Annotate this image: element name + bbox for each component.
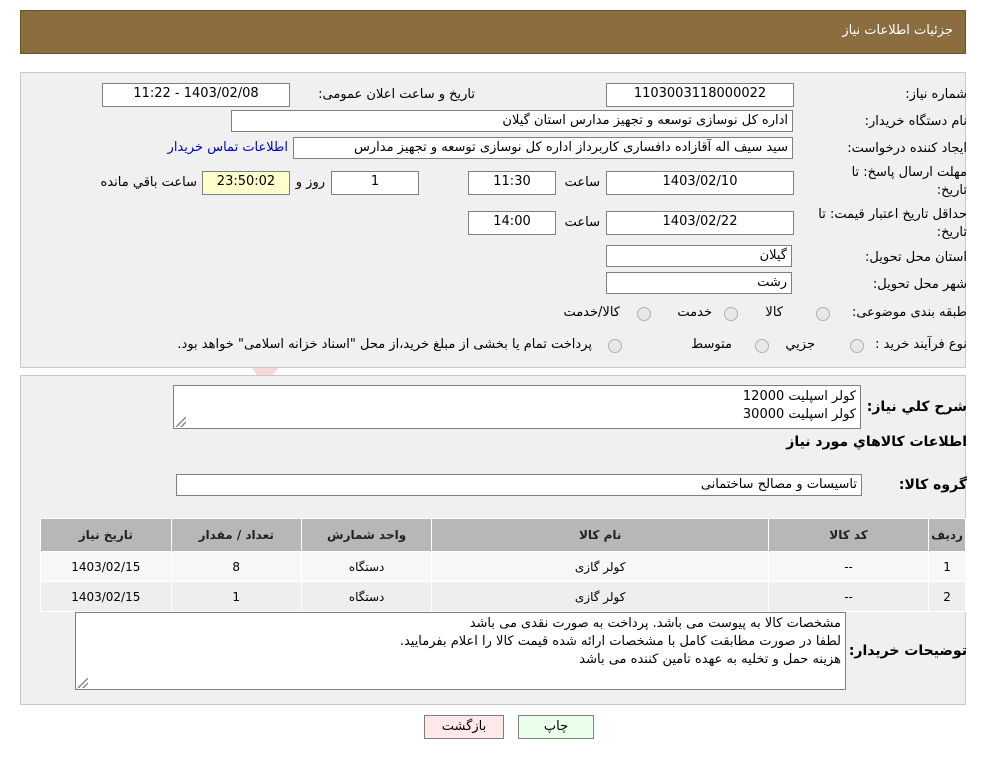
price-valid-time-field: 14:00 — [468, 211, 556, 235]
buyer-contact-link[interactable]: اطلاعات تماس خریدار — [168, 140, 288, 155]
reply-deadline-label: مهلت ارسال پاسخ: تا — [851, 165, 967, 180]
days-label: روز و — [295, 175, 325, 190]
reply-time-label: ساعت — [564, 175, 600, 190]
category-service-label: خدمت — [677, 305, 712, 320]
cell-code: -- — [768, 551, 930, 582]
process-radio-minor[interactable] — [850, 339, 864, 353]
reply-deadline-label-2: تاریخ: — [936, 183, 967, 198]
cell-row: 1 — [928, 551, 966, 582]
need-number-label: شماره نیاز: — [905, 87, 967, 102]
col-date: تاریخ نیاز — [40, 518, 172, 552]
back-button[interactable]: بازگشت — [424, 715, 504, 739]
need-number-field: 1103003118000022 — [606, 83, 794, 107]
price-valid-label: حداقل تاریخ اعتبار قیمت: تا — [818, 207, 967, 222]
table-header-row: رديف کد کالا نام کالا واحد شمارش تعداد /… — [40, 518, 966, 552]
cell-unit: دستگاه — [300, 581, 433, 612]
notes-line-1: مشخصات کالا به پیوست می باشد. پرداخت به … — [469, 616, 841, 631]
province-field: گیلان — [606, 245, 792, 267]
resize-grip-icon[interactable] — [78, 678, 88, 688]
summary-label: شرح کلي نياز: — [866, 399, 967, 415]
notes-label: توضیحات خریدار: — [848, 643, 967, 659]
col-unit: واحد شمارش — [300, 518, 433, 552]
process-radio-medium[interactable] — [755, 339, 769, 353]
reply-time-field: 11:30 — [468, 171, 556, 195]
cell-qty: 8 — [170, 551, 302, 582]
remaining-time-field: 23:50:02 — [202, 171, 290, 195]
requester-label: ایجاد کننده درخواست: — [847, 141, 967, 156]
summary-line-2: کولر اسپلیت 30000 — [742, 407, 856, 422]
category-radio-goods[interactable] — [816, 307, 830, 321]
summary-textarea[interactable]: کولر اسپلیت 12000 کولر اسپلیت 30000 — [173, 385, 861, 429]
items-title: اطلاعات کالاهاي مورد نياز — [786, 434, 967, 450]
city-field: رشت — [606, 272, 792, 294]
cell-name: کولر گازی — [431, 551, 770, 582]
reply-date-field: 1403/02/10 — [606, 171, 794, 195]
notes-line-3: هزینه حمل و تخلیه به عهده تامین کننده می… — [579, 652, 841, 667]
cell-date: 1403/02/15 — [40, 551, 172, 582]
price-valid-time-label: ساعت — [564, 215, 600, 230]
remaining-label: ساعت باقي مانده — [100, 175, 197, 190]
table-row: 2 -- کولر گازی دستگاه 1 1403/02/15 — [40, 581, 966, 612]
price-valid-date-field: 1403/02/22 — [606, 211, 794, 235]
summary-line-1: کولر اسپلیت 12000 — [742, 389, 856, 404]
table-row: 1 -- کولر گازی دستگاه 8 1403/02/15 — [40, 551, 966, 582]
buyer-org-label: نام دستگاه خریدار: — [864, 114, 967, 129]
cell-date: 1403/02/15 — [40, 581, 172, 612]
col-code: کد کالا — [768, 518, 930, 552]
group-field: تاسیسات و مصالح ساختمانی — [176, 474, 862, 496]
items-table: رديف کد کالا نام کالا واحد شمارش تعداد /… — [40, 518, 966, 612]
process-medium-label: متوسط — [691, 337, 732, 352]
announce-field: 1403/02/08 - 11:22 — [102, 83, 290, 107]
days-field: 1 — [331, 171, 419, 195]
col-name: نام کالا — [431, 518, 770, 552]
category-radio-both[interactable] — [637, 307, 651, 321]
notes-line-2: لطفا در صورت مطابقت کامل با مشخصات ارائه… — [399, 634, 841, 649]
price-valid-label-2: تاریخ: — [936, 225, 967, 240]
buyer-org-field: اداره کل نوسازی توسعه و تجهیز مدارس استا… — [231, 110, 793, 132]
announce-label: تاریخ و ساعت اعلان عمومی: — [318, 87, 475, 102]
resize-grip-icon[interactable] — [176, 417, 186, 427]
province-label: استان محل تحویل: — [865, 250, 967, 265]
process-checkbox-treasury[interactable] — [608, 339, 622, 353]
category-label: طبقه بندی موضوعی: — [851, 305, 967, 320]
process-note: پرداخت تمام یا بخشی از مبلغ خرید،از محل … — [177, 337, 592, 352]
category-both-label: کالا/خدمت — [563, 305, 620, 320]
notes-textarea[interactable]: مشخصات کالا به پیوست می باشد. پرداخت به … — [75, 612, 846, 690]
cell-row: 2 — [928, 581, 966, 612]
process-minor-label: جزیي — [785, 337, 815, 352]
col-row: رديف — [928, 518, 966, 552]
cell-code: -- — [768, 581, 930, 612]
print-button[interactable]: چاپ — [518, 715, 594, 739]
category-radio-service[interactable] — [724, 307, 738, 321]
cell-qty: 1 — [170, 581, 302, 612]
page-header: جزئیات اطلاعات نیاز — [20, 10, 966, 54]
page-title: جزئیات اطلاعات نیاز — [842, 23, 953, 38]
category-goods-label: کالا — [765, 305, 783, 320]
col-qty: تعداد / مقدار — [170, 518, 302, 552]
cell-name: کولر گازی — [431, 581, 770, 612]
process-label: نوع فرآیند خرید : — [875, 337, 967, 352]
city-label: شهر محل تحویل: — [872, 277, 967, 292]
group-label: گروه کالا: — [898, 477, 967, 493]
requester-field: سید سیف اله آقازاده دافساری کاربرداز ادا… — [293, 137, 793, 159]
cell-unit: دستگاه — [300, 551, 433, 582]
